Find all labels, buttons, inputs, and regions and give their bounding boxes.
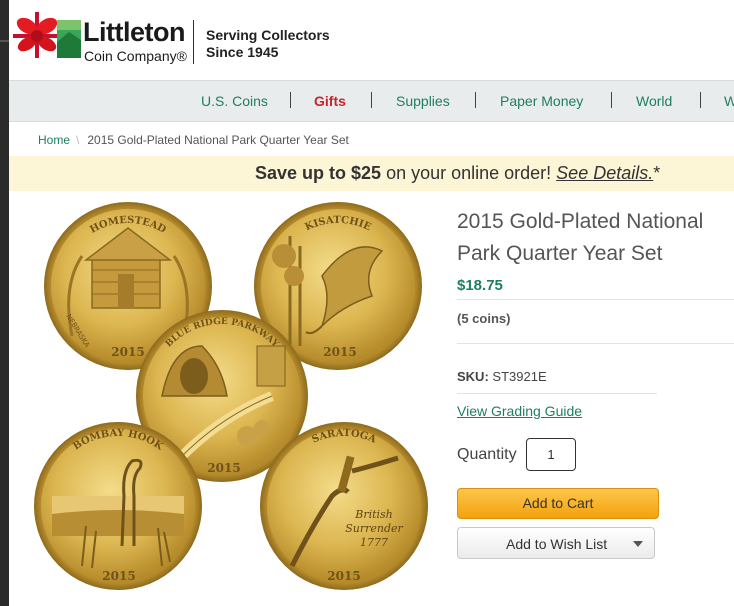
nav-item-overflow[interactable]: W <box>724 93 734 109</box>
header-divider <box>193 20 194 64</box>
coin-saratoga-year: 2015 <box>327 569 360 583</box>
chevron-down-icon[interactable] <box>633 541 643 547</box>
promo-text: Save up to $25 on your online order! See… <box>255 163 660 184</box>
coin-saratoga-inscription-3: 1777 <box>360 536 388 549</box>
nav-separator <box>290 92 291 108</box>
coin-saratoga: British Surrender 1777 SARATOGA 2015 <box>260 422 428 590</box>
add-to-cart-button[interactable]: Add to Cart <box>457 488 659 519</box>
breadcrumb-home-link[interactable]: Home <box>38 133 70 147</box>
promo-banner: Save up to $25 on your online order! See… <box>9 156 734 191</box>
wishlist-label: Add to Wish List <box>506 536 608 552</box>
product-title: 2015 Gold-Plated National Park Quarter Y… <box>457 210 704 265</box>
promo-highlight: Save up to $25 <box>255 163 382 183</box>
coin-saratoga-inscription-1: British <box>354 508 393 521</box>
nav-separator <box>371 92 372 108</box>
coin-count: (5 coins) <box>457 311 511 326</box>
breadcrumb-separator: \ <box>76 133 80 147</box>
add-to-wishlist-button[interactable]: Add to Wish List <box>457 527 655 559</box>
grading-guide-link[interactable]: View Grading Guide <box>457 403 582 419</box>
breadcrumb: Home \ 2015 Gold-Plated National Park Quar… <box>38 133 349 147</box>
brand-name: Littleton <box>83 17 185 47</box>
browser-edge <box>0 0 9 606</box>
sku-value: ST3921E <box>492 369 547 384</box>
nav-separator <box>475 92 476 108</box>
sku-label: SKU: <box>457 369 489 384</box>
tagline-line-1: Serving Collectors <box>206 27 330 43</box>
brand-logo[interactable]: Littleton Coin Company® <box>13 8 193 68</box>
breadcrumb-current: 2015 Gold-Plated National Park Quarter Y… <box>87 133 349 147</box>
site-header: Littleton Coin Company® Serving Collecto… <box>9 0 734 78</box>
nav-item-paper-money[interactable]: Paper Money <box>500 93 583 109</box>
coin-bombay-hook: BOMBAY HOOK 2015 <box>34 422 202 590</box>
brand-tagline: Serving Collectors Since 1945 <box>206 27 330 61</box>
divider <box>457 299 734 300</box>
gift-bow-icon <box>13 12 61 58</box>
coin-bombay-hook-year: 2015 <box>102 569 135 583</box>
coin-blue-ridge-year: 2015 <box>207 461 240 475</box>
quantity-input[interactable] <box>526 438 576 471</box>
promo-details-link[interactable]: See Details. <box>556 163 653 183</box>
coin-kisatchie-year: 2015 <box>323 345 356 359</box>
promo-asterisk: * <box>653 163 661 183</box>
divider <box>457 343 734 344</box>
nav-item-us-coins[interactable]: U.S. Coins <box>201 93 268 109</box>
landscape-logo-icon <box>57 20 81 58</box>
coin-saratoga-inscription-2: Surrender <box>345 522 403 535</box>
brand-subtitle: Coin Company® <box>84 48 187 64</box>
product-sku: SKU: ST3921E <box>457 369 547 384</box>
product-image[interactable]: HOMESTEAD 2015 NEBRASKA KISATCHIE 2015 B… <box>22 196 442 596</box>
promo-message: on your online order! <box>381 163 557 183</box>
nav-separator <box>700 92 701 108</box>
product-price: $18.75 <box>457 277 503 294</box>
nav-item-gifts[interactable]: Gifts <box>314 93 346 109</box>
nav-item-world[interactable]: World <box>636 93 672 109</box>
main-nav: U.S. Coins Gifts Supplies Paper Money Wo… <box>9 80 734 122</box>
tagline-line-2: Since 1945 <box>206 44 279 60</box>
divider <box>457 393 657 394</box>
quantity-label: Quantity <box>457 446 517 463</box>
nav-separator <box>611 92 612 108</box>
nav-item-supplies[interactable]: Supplies <box>396 93 450 109</box>
coin-homestead-year: 2015 <box>111 345 144 359</box>
